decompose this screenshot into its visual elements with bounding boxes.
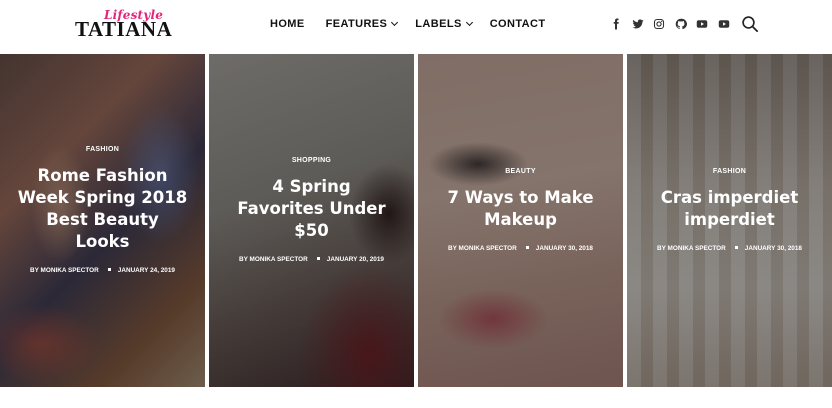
post-title[interactable]: Rome Fashion Week Spring 2018 Best Beaut… <box>18 165 188 253</box>
meta-separator <box>734 246 738 250</box>
featured-post-card[interactable]: FASHION Cras imperdiet imperdiet BY MONI… <box>627 54 832 387</box>
post-author: BY MONIKA SPECTOR <box>657 245 726 252</box>
nav-contact[interactable]: CONTACT <box>490 15 546 33</box>
post-content: BEAUTY 7 Ways to Make Makeup BY MONIKA S… <box>418 168 623 254</box>
post-author: BY MONIKA SPECTOR <box>30 267 99 274</box>
twitter-icon[interactable] <box>631 17 645 31</box>
post-meta: BY MONIKA SPECTOR JANUARY 20, 2019 <box>237 254 387 265</box>
post-author: BY MONIKA SPECTOR <box>448 245 517 252</box>
post-title[interactable]: Cras imperdiet imperdiet <box>645 187 815 231</box>
chevron-down-icon <box>391 18 399 27</box>
youtube-icon[interactable] <box>717 17 731 31</box>
meta-separator <box>107 268 111 272</box>
page-bottom-space <box>0 387 832 408</box>
featured-post-card[interactable]: SHOPPING 4 Spring Favorites Under $50 BY… <box>209 54 414 387</box>
github-icon[interactable] <box>674 17 688 31</box>
post-category[interactable]: FASHION <box>0 146 205 153</box>
post-content: SHOPPING 4 Spring Favorites Under $50 BY… <box>209 157 414 265</box>
post-author: BY MONIKA SPECTOR <box>239 256 308 263</box>
nav-home[interactable]: HOME <box>270 15 305 33</box>
post-meta: BY MONIKA SPECTOR JANUARY 30, 2018 <box>446 243 596 254</box>
instagram-icon[interactable] <box>652 17 666 31</box>
post-date: JANUARY 30, 2018 <box>744 245 802 252</box>
post-meta: BY MONIKA SPECTOR JANUARY 30, 2018 <box>655 243 805 254</box>
featured-post-card[interactable]: FASHION Rome Fashion Week Spring 2018 Be… <box>0 54 205 387</box>
featured-post-card[interactable]: BEAUTY 7 Ways to Make Makeup BY MONIKA S… <box>418 54 623 387</box>
chevron-down-icon <box>465 18 473 27</box>
site-header: Lifestyle TATIANA HOME FEATURES LABELS C… <box>0 0 832 54</box>
post-title[interactable]: 4 Spring Favorites Under $50 <box>237 176 387 242</box>
featured-posts: FASHION Rome Fashion Week Spring 2018 Be… <box>0 54 832 387</box>
nav-features[interactable]: FEATURES <box>325 15 399 33</box>
youtube-icon[interactable] <box>695 17 709 31</box>
meta-separator <box>525 246 529 250</box>
nav-labels[interactable]: LABELS <box>415 15 473 33</box>
search-icon[interactable] <box>741 15 759 33</box>
site-logo[interactable]: Lifestyle TATIANA <box>74 8 172 41</box>
nav-home-label: HOME <box>270 18 305 30</box>
post-category[interactable]: FASHION <box>627 168 832 175</box>
post-date: JANUARY 20, 2019 <box>326 256 384 263</box>
post-date: JANUARY 24, 2019 <box>117 267 175 274</box>
post-content: FASHION Cras imperdiet imperdiet BY MONI… <box>627 168 832 254</box>
post-content: FASHION Rome Fashion Week Spring 2018 Be… <box>0 146 205 276</box>
nav-labels-label: LABELS <box>415 18 462 30</box>
logo-name-text: TATIANA <box>75 17 173 41</box>
facebook-icon[interactable] <box>609 17 623 31</box>
post-date: JANUARY 30, 2018 <box>535 245 593 252</box>
nav-contact-label: CONTACT <box>489 18 546 30</box>
meta-separator <box>316 257 320 261</box>
post-category[interactable]: BEAUTY <box>418 168 623 175</box>
nav-features-label: FEATURES <box>325 18 388 30</box>
post-category[interactable]: SHOPPING <box>209 157 414 164</box>
social-links <box>609 17 738 31</box>
post-meta: BY MONIKA SPECTOR JANUARY 24, 2019 <box>28 265 178 276</box>
main-nav: HOME FEATURES LABELS CONTACT <box>262 15 545 33</box>
post-title[interactable]: 7 Ways to Make Makeup <box>446 187 596 231</box>
